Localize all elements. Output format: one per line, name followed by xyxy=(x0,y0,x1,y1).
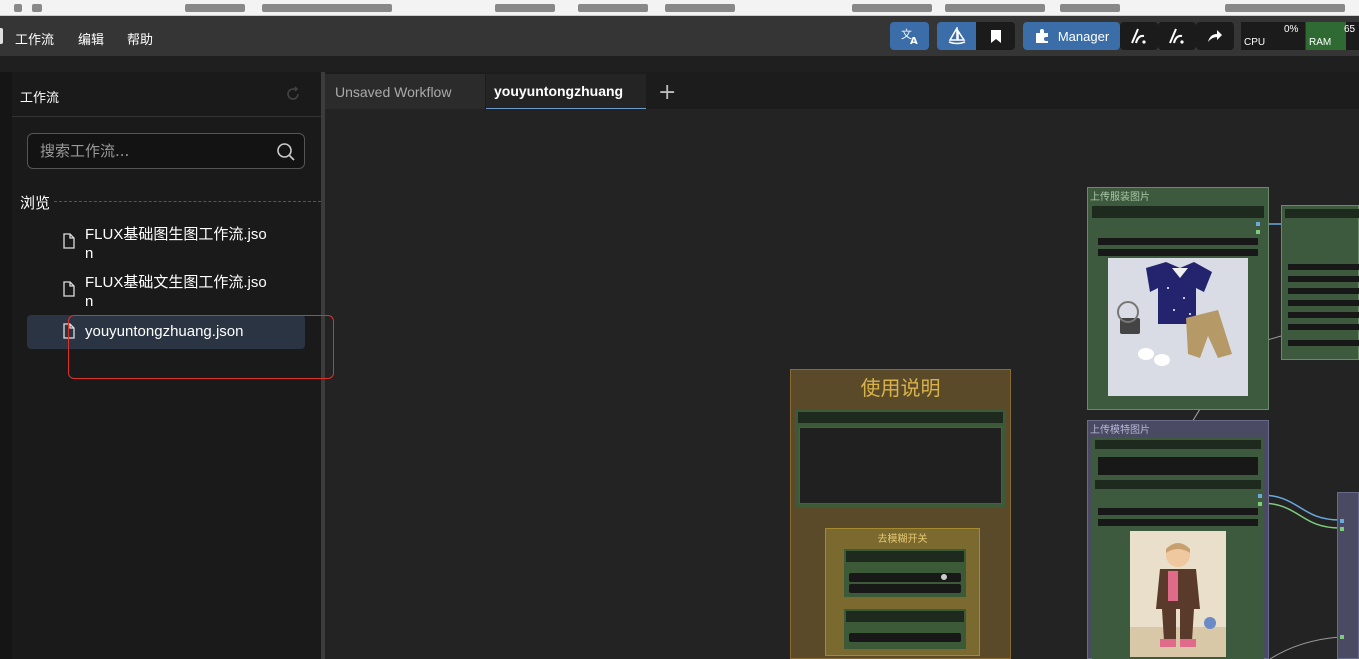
image-loader-node[interactable] xyxy=(1092,477,1264,659)
toggle-widget[interactable] xyxy=(849,633,961,642)
upload-clothing-group[interactable]: 上传服装图片 xyxy=(1087,187,1269,410)
node-header xyxy=(846,611,964,622)
partial-node-right[interactable] xyxy=(1337,492,1359,659)
input-slot[interactable] xyxy=(1340,527,1344,531)
note-textarea[interactable] xyxy=(799,427,1002,504)
instructions-title: 使用说明 xyxy=(860,376,941,400)
highlight-annotation xyxy=(68,315,334,379)
loader-node[interactable] xyxy=(1092,437,1264,479)
instructions-group[interactable]: 使用说明 去模糊开关 xyxy=(790,369,1011,659)
toggle-widget[interactable] xyxy=(849,573,961,582)
model-image-illustration xyxy=(1130,531,1226,657)
switch-node[interactable] xyxy=(844,549,966,597)
switch-node[interactable] xyxy=(844,609,966,649)
process-node[interactable] xyxy=(1281,205,1359,360)
upload-clothing-title: 上传服装图片 xyxy=(1090,192,1150,203)
widget-bar[interactable] xyxy=(1288,288,1359,294)
output-slot[interactable] xyxy=(1256,230,1260,234)
widget-bar[interactable] xyxy=(1098,238,1258,245)
deblur-switch-group[interactable]: 去模糊开关 xyxy=(825,528,980,656)
widget-bar[interactable] xyxy=(1288,312,1359,318)
node-header xyxy=(1095,440,1261,449)
output-slot[interactable] xyxy=(1256,222,1260,226)
upload-model-title: 上传模特图片 xyxy=(1090,425,1150,436)
app-root: 工作流 编辑 帮助 文 A Manager CPU 0% RAM 65 工作流 … xyxy=(0,0,1359,659)
node-header xyxy=(846,551,964,562)
widget-bar[interactable] xyxy=(1098,249,1258,256)
deblur-switch-title: 去模糊开关 xyxy=(877,534,928,545)
input-slot[interactable] xyxy=(1340,519,1344,523)
output-slot[interactable] xyxy=(1258,502,1262,506)
output-slot[interactable] xyxy=(1258,494,1262,498)
toggle-widget[interactable] xyxy=(849,584,961,593)
input-slot[interactable] xyxy=(1340,635,1344,639)
upload-model-group[interactable]: 上传模特图片 xyxy=(1087,420,1269,659)
widget-bar[interactable] xyxy=(1288,324,1359,330)
widget-bar[interactable] xyxy=(1098,508,1258,515)
widget-bar[interactable] xyxy=(1288,300,1359,306)
widget-bar[interactable] xyxy=(1288,340,1359,346)
clothing-image-illustration xyxy=(1108,258,1248,396)
widget-bar[interactable] xyxy=(1098,457,1258,475)
widget-bar[interactable] xyxy=(1288,276,1359,282)
node-header xyxy=(1095,480,1261,489)
node-header xyxy=(1092,206,1264,218)
toggle-knob xyxy=(941,574,947,580)
note-node[interactable] xyxy=(795,410,1006,508)
node-header xyxy=(1285,209,1359,218)
node-header xyxy=(798,412,1003,423)
model-preview-image xyxy=(1130,531,1226,657)
clothing-preview-image xyxy=(1108,258,1248,396)
widget-bar[interactable] xyxy=(1288,264,1359,270)
widget-bar[interactable] xyxy=(1098,519,1258,526)
